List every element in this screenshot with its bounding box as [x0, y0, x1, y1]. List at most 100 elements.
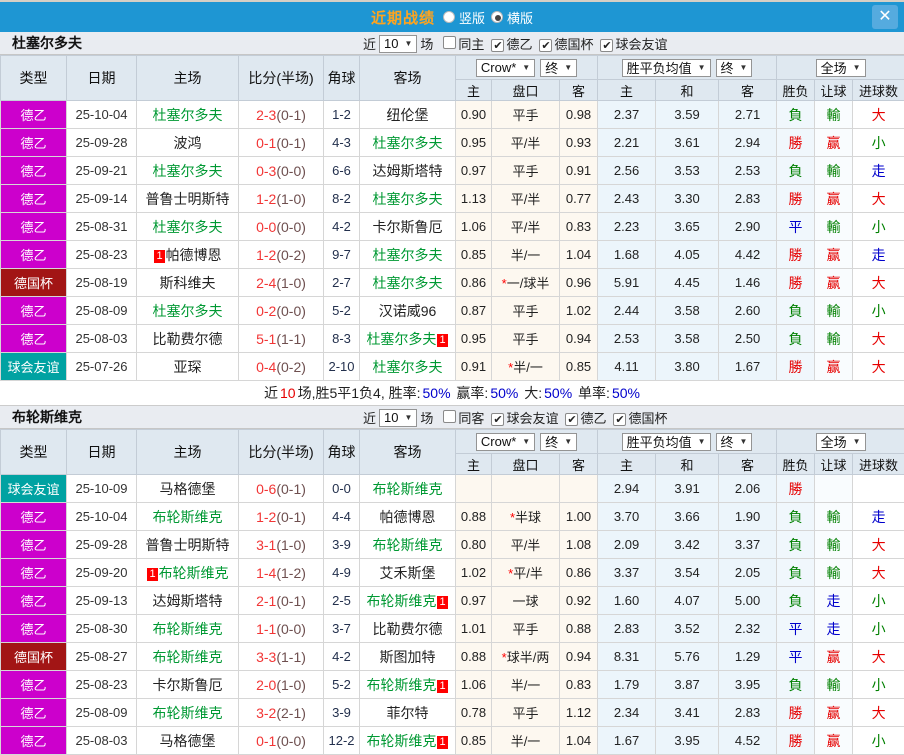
filter-checkbox[interactable]: ✔ [565, 413, 578, 426]
mean-draw-odds: 5.76 [656, 643, 719, 671]
home-team-name[interactable]: 波鸿 [174, 135, 202, 151]
home-team-name[interactable]: 马格德堡 [160, 733, 216, 749]
away-team-name[interactable]: 艾禾斯堡 [380, 565, 436, 581]
home-team-name[interactable]: 杜塞尔多夫 [153, 107, 223, 123]
team-header-2: 布轮斯维克 近 10▼ 场 同客✔球会友谊✔德乙✔德国杯 [0, 406, 904, 429]
home-team-name[interactable]: 普鲁士明斯特 [146, 537, 230, 553]
select-value: 胜平负均值 [627, 58, 692, 77]
bookmaker-select[interactable]: Crow*▼ [476, 433, 535, 451]
home-team-name[interactable]: 卡尔斯鲁厄 [153, 677, 223, 693]
mean-home-odds: 2.09 [598, 531, 656, 559]
final-mean-select[interactable]: 终▼ [716, 433, 753, 451]
mean-away-odds: 1.90 [719, 503, 777, 531]
close-button[interactable]: ✕ [872, 5, 898, 29]
home-odds: 0.95 [456, 325, 492, 353]
away-team-name[interactable]: 卡尔斯鲁厄 [373, 219, 443, 235]
away-team-name[interactable]: 布轮斯维克 [366, 677, 436, 693]
away-team-name[interactable]: 布轮斯维克 [373, 537, 443, 553]
away-team-name[interactable]: 纽伦堡 [387, 107, 429, 123]
result-handicap: 輸 [815, 157, 853, 185]
home-team-name[interactable]: 达姆斯塔特 [153, 593, 223, 609]
away-team-name[interactable]: 达姆斯塔特 [373, 163, 443, 179]
radio-label[interactable]: 横版 [507, 8, 533, 27]
league-type-badge: 德乙 [1, 559, 67, 587]
chevron-down-icon: ▼ [564, 63, 572, 72]
home-team-name[interactable]: 斯科维夫 [160, 275, 216, 291]
home-team-name[interactable]: 马格德堡 [160, 481, 216, 497]
home-team-name[interactable]: 杜塞尔多夫 [153, 219, 223, 235]
home-team-name[interactable]: 亚琛 [174, 359, 202, 375]
away-team-name[interactable]: 杜塞尔多夫 [373, 275, 443, 291]
away-team-cell: 斯图加特 [360, 643, 456, 671]
away-team-name[interactable]: 杜塞尔多夫 [366, 331, 436, 347]
radio-button[interactable] [443, 11, 455, 23]
filter-checkbox[interactable] [443, 36, 456, 49]
halftime-score: (1-1) [276, 331, 306, 347]
away-team-name[interactable]: 布轮斯维克 [373, 481, 443, 497]
fulltime-score: 2-4 [256, 275, 276, 291]
away-team-name[interactable]: 比勒费尔德 [373, 621, 443, 637]
away-team-name[interactable]: 杜塞尔多夫 [373, 247, 443, 263]
col-corner: 角球 [324, 430, 360, 475]
radio-button[interactable] [491, 11, 503, 23]
home-team-name[interactable]: 杜塞尔多夫 [153, 163, 223, 179]
handicap-cell: 半/一 [492, 671, 560, 699]
corner-score: 0-0 [324, 475, 360, 503]
home-team-name[interactable]: 杜塞尔多夫 [153, 303, 223, 319]
halftime-score: (2-1) [276, 705, 306, 721]
matches-table-2: 类型 日期 主场 比分(半场) 角球 客场 Crow*▼ 终▼ 胜平负均值▼ 终… [0, 429, 904, 755]
away-team-name[interactable]: 斯图加特 [380, 649, 436, 665]
home-team-name[interactable]: 布轮斯维克 [153, 621, 223, 637]
filter-checkbox-label: 德国杯 [554, 37, 593, 52]
mean-odds-select[interactable]: 胜平负均值▼ [622, 59, 711, 77]
filter-checkbox[interactable]: ✔ [600, 39, 613, 52]
match-row: 德乙 25-08-30 布轮斯维克 1-1(0-0) 3-7 比勒费尔德 1.0… [1, 615, 904, 643]
result-wdl: 負 [777, 101, 815, 129]
filter-checkbox[interactable]: ✔ [539, 39, 552, 52]
corner-score: 3-9 [324, 531, 360, 559]
mean-home-odds: 5.91 [598, 269, 656, 297]
mean-away-odds: 2.32 [719, 615, 777, 643]
away-team-name[interactable]: 汉诺威96 [379, 303, 437, 319]
summary-part: 50% [612, 385, 640, 401]
fullmatch-select[interactable]: 全场▼ [816, 59, 866, 77]
final-mean-select[interactable]: 终▼ [716, 59, 753, 77]
away-team-name[interactable]: 杜塞尔多夫 [373, 135, 443, 151]
away-team-name[interactable]: 布轮斯维克 [366, 733, 436, 749]
filter-checkbox[interactable]: ✔ [491, 39, 504, 52]
halftime-score: (0-1) [276, 481, 306, 497]
handicap-cell: 平手 [492, 297, 560, 325]
recent-count-select[interactable]: 10▼ [379, 35, 417, 53]
home-team-name[interactable]: 普鲁士明斯特 [146, 191, 230, 207]
match-date: 25-08-31 [67, 213, 137, 241]
league-type-badge: 德乙 [1, 297, 67, 325]
home-team-name[interactable]: 帕德博恩 [166, 247, 222, 263]
mean-odds-select[interactable]: 胜平负均值▼ [622, 433, 711, 451]
handicap-cell: 平/半 [492, 213, 560, 241]
score-cell: 2-4(1-0) [239, 269, 324, 297]
mean-draw-odds: 3.53 [656, 157, 719, 185]
home-team-name[interactable]: 布轮斯维克 [153, 705, 223, 721]
radio-label[interactable]: 竖版 [459, 8, 485, 27]
away-team-name[interactable]: 菲尔特 [387, 705, 429, 721]
result-wdl: 負 [777, 297, 815, 325]
home-team-name[interactable]: 布轮斯维克 [159, 565, 229, 581]
filter-checkbox[interactable] [443, 410, 456, 423]
home-team-cell: 亚琛 [137, 353, 239, 381]
recent-count-select[interactable]: 10▼ [379, 409, 417, 427]
home-team-name[interactable]: 比勒费尔德 [153, 331, 223, 347]
away-team-name[interactable]: 帕德博恩 [380, 509, 436, 525]
home-team-name[interactable]: 布轮斯维克 [153, 649, 223, 665]
final-odds-select[interactable]: 终▼ [540, 59, 577, 77]
filter-checkbox[interactable]: ✔ [491, 413, 504, 426]
bookmaker-select[interactable]: Crow*▼ [476, 59, 535, 77]
home-team-cell: 布轮斯维克 [137, 503, 239, 531]
fullmatch-select[interactable]: 全场▼ [816, 433, 866, 451]
filter-checkbox-label: 同客 [458, 411, 484, 426]
away-team-name[interactable]: 杜塞尔多夫 [373, 359, 443, 375]
filter-checkbox[interactable]: ✔ [613, 413, 626, 426]
away-team-name[interactable]: 杜塞尔多夫 [373, 191, 443, 207]
home-team-name[interactable]: 布轮斯维克 [153, 509, 223, 525]
final-odds-select[interactable]: 终▼ [540, 433, 577, 451]
away-team-name[interactable]: 布轮斯维克 [366, 593, 436, 609]
